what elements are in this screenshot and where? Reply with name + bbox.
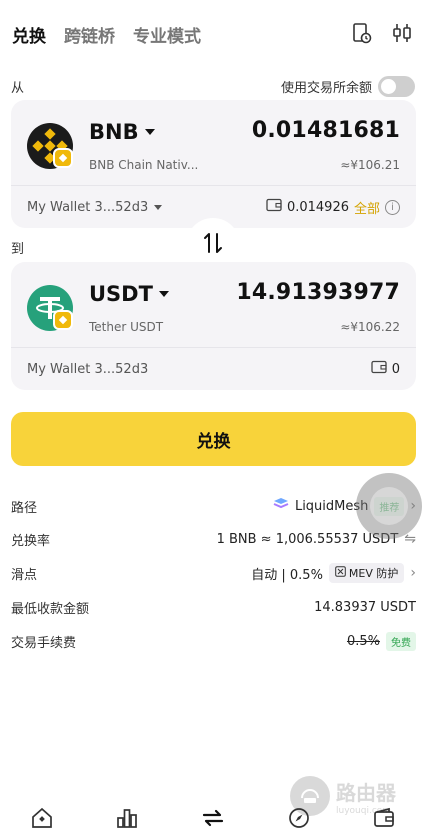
to-fiat-value: ≈¥106.22 <box>340 320 400 334</box>
wallet-icon <box>266 198 282 216</box>
trade-icon[interactable] <box>201 807 225 833</box>
chain-badge-icon <box>53 148 73 168</box>
fee-row: 交易手续费 0.5% 免费 <box>11 630 416 652</box>
shield-icon <box>335 566 346 580</box>
min-receive-row: 最低收款金额 14.83937 USDT <box>11 596 416 618</box>
from-token-symbol: BNB <box>89 120 139 144</box>
use-exchange-balance-label: 使用交易所余额 <box>280 81 372 96</box>
to-token-card: USDT Tether USDT 14.91393977 ≈¥106.22 My… <box>11 262 416 390</box>
to-balance: 0 <box>391 361 400 377</box>
from-wallet-selector[interactable]: My Wallet 3...52d3 <box>27 199 163 215</box>
slippage-value: 自动 | 0.5% <box>251 567 323 583</box>
rate-row: 兑换率 1 BNB ≈ 1,006.55537 USDT ⇋ <box>11 528 416 550</box>
to-wallet-selector[interactable]: My Wallet 3...52d3 <box>27 362 148 377</box>
from-label-row: 从 使用交易所余额 <box>11 76 415 97</box>
from-amount-input[interactable]: 0.01481681 <box>252 118 400 143</box>
tab-pro-mode[interactable]: 专业模式 <box>133 22 201 47</box>
bottom-nav <box>0 800 426 840</box>
to-label-row: 到 <box>11 238 415 257</box>
wallet-icon <box>371 360 387 378</box>
home-icon[interactable] <box>31 807 53 833</box>
slippage-label: 滑点 <box>11 567 38 583</box>
tab-swap[interactable]: 兑换 <box>12 22 46 47</box>
chevron-down-icon <box>144 129 155 135</box>
to-token-selector[interactable]: USDT <box>89 282 169 306</box>
route-label: 路径 <box>11 500 38 516</box>
to-wallet-name: My Wallet 3...52d3 <box>27 361 149 377</box>
mev-label: MEV 防护 <box>348 567 399 580</box>
history-icon[interactable] <box>352 22 372 44</box>
market-icon[interactable] <box>116 807 138 833</box>
from-token-card: BNB BNB Chain Nativ... 0.01481681 ≈¥106.… <box>11 100 416 228</box>
rate-label: 兑换率 <box>11 533 51 549</box>
top-tab-bar: 兑换 跨链桥 专业模式 <box>12 22 201 47</box>
fee-label: 交易手续费 <box>11 635 77 651</box>
info-icon[interactable]: i <box>385 199 400 215</box>
assets-icon[interactable] <box>373 807 395 833</box>
min-receive-value: 14.83937 USDT <box>314 599 416 615</box>
top-actions <box>352 22 412 44</box>
mev-protection-badge: MEV 防护 <box>328 563 405 583</box>
floating-assistive-button[interactable] <box>356 473 422 539</box>
from-token-selector[interactable]: BNB <box>89 120 155 144</box>
use-exchange-balance-toggle[interactable] <box>378 76 415 97</box>
min-receive-label: 最低收款金额 <box>11 601 90 617</box>
chevron-right-icon: › <box>410 565 416 581</box>
chain-badge-icon <box>53 310 73 330</box>
to-label: 到 <box>11 242 25 257</box>
fee-original: 0.5% <box>346 633 380 649</box>
free-badge: 免费 <box>386 631 416 651</box>
max-button[interactable]: 全部 <box>354 198 380 217</box>
from-token-chain: BNB Chain Nativ... <box>89 158 199 172</box>
from-balance: 0.014926 <box>286 199 349 215</box>
to-token-chain: Tether USDT <box>89 320 164 334</box>
to-amount-value: 14.91393977 <box>236 280 400 305</box>
from-label: 从 <box>11 81 25 96</box>
tab-bridge[interactable]: 跨链桥 <box>64 22 115 47</box>
slippage-row[interactable]: 滑点 自动 | 0.5% MEV 防护 › <box>11 562 416 584</box>
liquidmesh-logo-icon <box>273 498 289 514</box>
swap-submit-button[interactable]: 兑换 <box>11 412 416 466</box>
to-token-symbol: USDT <box>89 282 153 306</box>
settings-sliders-icon[interactable] <box>392 22 412 44</box>
chevron-down-icon <box>154 204 163 210</box>
discover-icon[interactable] <box>288 807 310 833</box>
chevron-down-icon <box>158 291 169 297</box>
from-wallet-name: My Wallet 3...52d3 <box>27 199 149 215</box>
from-fiat-value: ≈¥106.21 <box>340 158 400 172</box>
